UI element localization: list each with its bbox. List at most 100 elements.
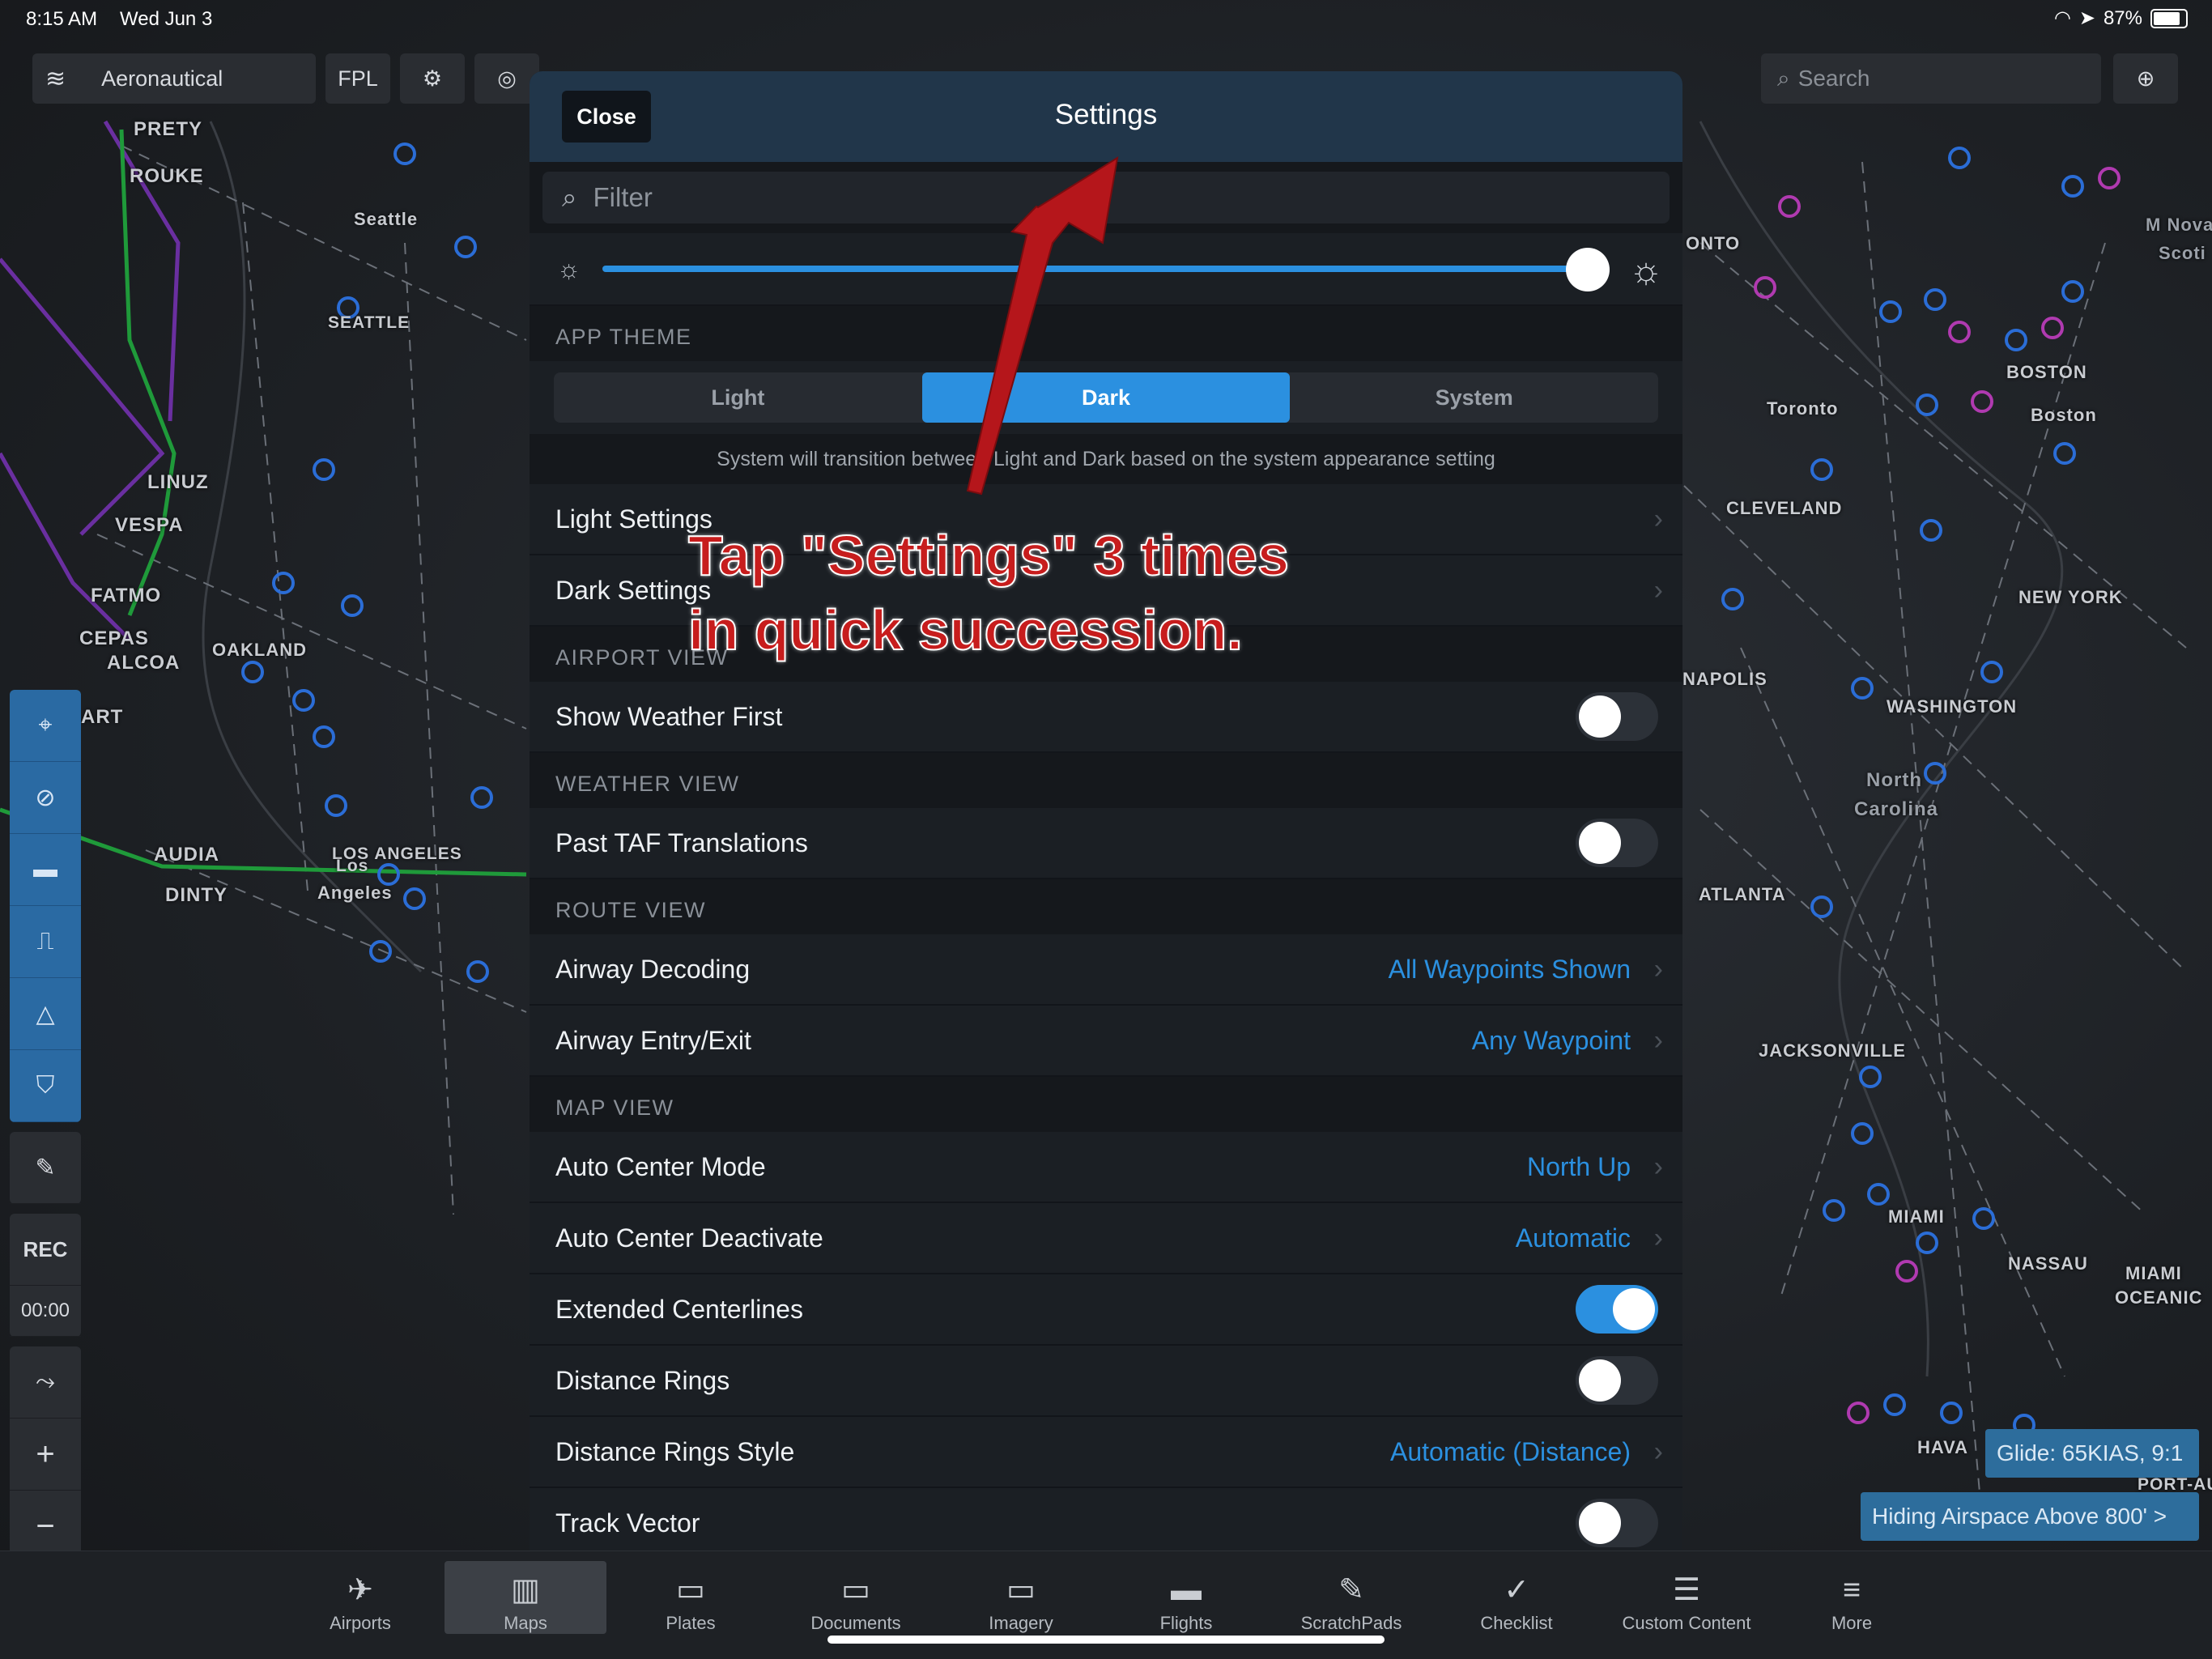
crosshair-icon: ⌖ bbox=[38, 712, 53, 738]
extended-centerlines-row: Extended Centerlines bbox=[530, 1274, 1682, 1346]
track-vector-toggle[interactable] bbox=[1576, 1499, 1658, 1547]
zoom-group: ⤳ + − bbox=[10, 1346, 81, 1563]
theme-segmented-control: Light Dark System bbox=[554, 372, 1658, 423]
map-label: JACKSONVILLE bbox=[1759, 1040, 1906, 1061]
terrain-button[interactable]: △ bbox=[10, 978, 81, 1050]
map-label: ONTO bbox=[1686, 233, 1741, 253]
distance-rings-style-row[interactable]: Distance Rings Style Automatic (Distance… bbox=[530, 1417, 1682, 1488]
tab-label: ScratchPads bbox=[1300, 1613, 1402, 1633]
fpl-button[interactable]: FPL bbox=[325, 53, 390, 104]
track-button[interactable]: ⊘ bbox=[10, 762, 81, 834]
chevron-right-icon: › bbox=[1653, 953, 1663, 985]
map-label: Scoti bbox=[2159, 243, 2206, 263]
map-label: ART bbox=[81, 706, 124, 728]
tab-label: Flights bbox=[1159, 1613, 1213, 1633]
auto-center-mode-row[interactable]: Auto Center Mode North Up › bbox=[530, 1132, 1682, 1203]
track-vector-row: Track Vector bbox=[530, 1488, 1682, 1559]
map-settings-button[interactable]: ⚙ bbox=[400, 53, 465, 104]
location-icon: ➤ bbox=[2078, 7, 2095, 29]
highway-button[interactable]: ⛉ bbox=[10, 1050, 81, 1122]
layer-label: Aeronautical bbox=[101, 66, 223, 91]
map-label: Toronto bbox=[1767, 398, 1839, 419]
profile-icon: ⎍ bbox=[36, 928, 54, 955]
crosshair-button[interactable]: ⊕ bbox=[2113, 53, 2178, 104]
tab-airports[interactable]: ✈ Airports bbox=[279, 1561, 441, 1634]
theme-segment-row: Light Dark System bbox=[530, 361, 1682, 434]
brightness-low-icon: ☼ bbox=[557, 254, 581, 283]
runway-button[interactable]: ▬ bbox=[10, 834, 81, 906]
airport-icon: ✈ bbox=[347, 1573, 373, 1607]
row-value: Any Waypoint bbox=[1471, 1025, 1631, 1055]
theme-option-light[interactable]: Light bbox=[554, 372, 922, 423]
toggle-knob bbox=[1579, 822, 1621, 864]
zoom-in-button[interactable]: + bbox=[10, 1419, 81, 1491]
section-weather-view: WEATHER VIEW bbox=[530, 753, 1682, 808]
tab-plates[interactable]: ▭ Plates bbox=[610, 1561, 772, 1634]
settings-title[interactable]: Settings bbox=[530, 99, 1682, 131]
distance-rings-toggle[interactable] bbox=[1576, 1356, 1658, 1405]
tab-custom-content[interactable]: ☰ Custom Content bbox=[1606, 1561, 1767, 1634]
map-icon: ▥ bbox=[511, 1573, 540, 1607]
home-indicator[interactable] bbox=[827, 1636, 1385, 1644]
center-button[interactable]: ⌖ bbox=[10, 690, 81, 762]
layer-selector-button[interactable]: ≋ Aeronautical bbox=[32, 53, 316, 104]
search-icon: ⌕ bbox=[1777, 65, 1790, 91]
map-label: OCEANIC bbox=[2115, 1287, 2203, 1308]
toggle-knob bbox=[1579, 1359, 1621, 1402]
brightness-slider-knob[interactable] bbox=[1566, 248, 1610, 291]
draw-button[interactable]: ✎ bbox=[10, 1132, 81, 1204]
brightness-slider-track[interactable] bbox=[602, 266, 1590, 272]
past-taf-toggle[interactable] bbox=[1576, 819, 1658, 867]
glide-chip[interactable]: Glide: 65KIAS, 9:1 bbox=[1985, 1429, 2199, 1478]
battery-icon bbox=[2150, 8, 2188, 28]
map-label: M Nova bbox=[2146, 215, 2212, 235]
tab-label: Plates bbox=[666, 1613, 716, 1633]
map-label: SEATTLE bbox=[328, 313, 410, 332]
map-label: LINUZ bbox=[147, 471, 209, 493]
airspace-chip[interactable]: Hiding Airspace Above 800' > bbox=[1861, 1492, 2199, 1541]
map-label: VESPA bbox=[115, 514, 184, 536]
show-weather-first-row: Show Weather First bbox=[530, 682, 1682, 753]
tab-imagery[interactable]: ▭ Imagery bbox=[940, 1561, 1102, 1634]
gear-icon: ⚙ bbox=[422, 66, 443, 91]
airway-entry-row[interactable]: Airway Entry/Exit Any Waypoint › bbox=[530, 1006, 1682, 1077]
row-value: North Up bbox=[1526, 1151, 1631, 1181]
chevron-right-icon: › bbox=[1653, 1024, 1663, 1056]
theme-option-system[interactable]: System bbox=[1290, 372, 1658, 423]
status-date: Wed Jun 3 bbox=[120, 8, 213, 30]
status-time: 8:15 AM bbox=[26, 8, 98, 30]
tab-scratchpads[interactable]: ✎ ScratchPads bbox=[1270, 1561, 1432, 1634]
tab-maps[interactable]: ▥ Maps bbox=[445, 1561, 606, 1634]
profile-button[interactable]: ⎍ bbox=[10, 906, 81, 978]
route-button[interactable]: ⤳ bbox=[10, 1346, 81, 1419]
tab-label: More bbox=[1831, 1613, 1873, 1633]
theme-option-dark[interactable]: Dark bbox=[921, 372, 1291, 423]
rec-timer: 00:00 bbox=[10, 1286, 81, 1337]
rec-button[interactable]: REC bbox=[10, 1214, 81, 1286]
row-value: Automatic (Distance) bbox=[1390, 1436, 1631, 1466]
map-label: NAPOLIS bbox=[1682, 669, 1767, 689]
tab-checklist[interactable]: ✓ Checklist bbox=[1436, 1561, 1597, 1634]
tab-flights[interactable]: ▬ Flights bbox=[1105, 1561, 1267, 1634]
pencil-icon: ✎ bbox=[35, 1154, 56, 1181]
map-label: ALCOA bbox=[107, 652, 181, 674]
theme-note: System will transition between Light and… bbox=[530, 434, 1682, 484]
custom-content-icon: ☰ bbox=[1672, 1573, 1701, 1607]
search-input[interactable]: ⌕ Search bbox=[1761, 53, 2101, 104]
map-label: CEPAS bbox=[79, 627, 149, 649]
map-label: BOSTON bbox=[2006, 362, 2087, 382]
past-taf-row: Past TAF Translations bbox=[530, 808, 1682, 879]
tab-documents[interactable]: ▭ Documents bbox=[775, 1561, 937, 1634]
airway-decoding-row[interactable]: Airway Decoding All Waypoints Shown › bbox=[530, 934, 1682, 1006]
row-label: Extended Centerlines bbox=[555, 1294, 803, 1324]
filter-input[interactable]: ⌕ Filter bbox=[542, 172, 1670, 223]
map-label: DINTY bbox=[165, 884, 228, 906]
toggle-knob bbox=[1579, 696, 1621, 738]
show-weather-first-toggle[interactable] bbox=[1576, 692, 1658, 741]
auto-center-deactivate-row[interactable]: Auto Center Deactivate Automatic › bbox=[530, 1203, 1682, 1274]
annotation-line-1: Tap "Settings" 3 times bbox=[687, 523, 1290, 588]
checklist-icon: ✓ bbox=[1504, 1573, 1529, 1607]
tab-more[interactable]: ≡ More bbox=[1771, 1561, 1933, 1634]
extended-centerlines-toggle[interactable] bbox=[1576, 1285, 1658, 1334]
tab-label: Imagery bbox=[989, 1613, 1053, 1633]
